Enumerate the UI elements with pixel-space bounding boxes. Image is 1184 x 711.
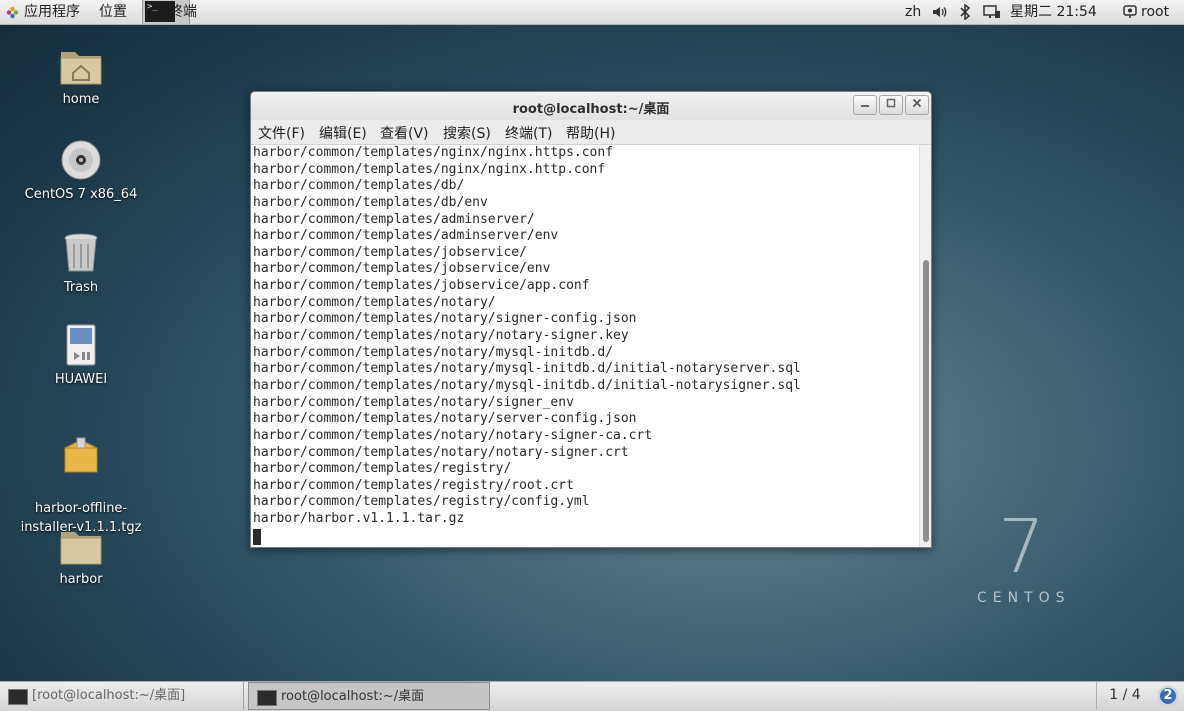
taskbar-item-minimized-terminal[interactable]: [root@localhost:~/桌面] (0, 682, 244, 710)
terminal-line: harbor/common/templates/notary/notary-si… (253, 444, 629, 460)
minimize-button[interactable] (853, 95, 877, 115)
taskbar-item-label: [root@localhost:~/桌面] (32, 688, 186, 703)
home-folder-icon (60, 52, 102, 85)
minimize-icon (861, 105, 869, 107)
terminal-line: harbor/common/templates/jobservice/app.c… (253, 278, 590, 294)
terminal-line: harbor/common/templates/jobservice/env (253, 261, 551, 277)
centos-version-logo: 7 (998, 504, 1046, 590)
close-button[interactable] (905, 95, 929, 115)
trash-icon (64, 233, 98, 272)
terminal-scrollbar[interactable] (919, 145, 931, 547)
archive-package-icon (64, 437, 98, 473)
help-icon[interactable]: 2 (1158, 686, 1178, 706)
terminal-line: harbor/common/templates/adminserver/ (253, 211, 535, 227)
active-app-button[interactable]: 终端 (142, 0, 197, 24)
workspace-switcher[interactable]: 1 / 4 (1096, 682, 1153, 710)
desktop-icon-huawei[interactable]: HUAWEI (11, 324, 151, 389)
menu-file[interactable]: 文件(F) (258, 123, 305, 143)
bottom-panel: [root@localhost:~/桌面] root@localhost:~/桌… (0, 681, 1184, 711)
terminal-line: harbor/common/templates/registry/ (253, 461, 512, 477)
terminal-cursor (253, 529, 261, 545)
volume-icon[interactable] (931, 4, 947, 20)
terminal-line: harbor/common/templates/notary/notary-si… (253, 328, 629, 344)
terminal-line: harbor/common/templates/registry/config.… (253, 494, 590, 510)
maximize-button[interactable] (879, 95, 903, 115)
terminal-output[interactable]: harbor/common/templates/nginx/nginx.http… (251, 145, 919, 547)
terminal-line: harbor/common/templates/notary/mysql-ini… (253, 344, 614, 360)
terminal-line: harbor/common/templates/notary/mysql-ini… (253, 377, 801, 393)
taskbar-item-label: root@localhost:~/桌面 (281, 689, 425, 704)
terminal-menubar: 文件(F) 编辑(E) 查看(V) 搜索(S) 终端(T) 帮助(H) (251, 120, 931, 145)
terminal-icon (8, 689, 28, 705)
maximize-icon (886, 98, 896, 108)
desktop-icon-label: harbor (59, 572, 103, 587)
desktop-icon-harbor-tgz[interactable]: harbor-offline- installer-v1.1.1.tgz (11, 417, 151, 537)
terminal-line: harbor/common/templates/db/ (253, 178, 465, 194)
media-player-device-icon (66, 324, 96, 366)
clock[interactable]: 星期二 21:54 (1010, 0, 1097, 24)
folder-icon (60, 532, 102, 565)
desktop-icon-harbor-folder[interactable]: harbor (11, 528, 151, 589)
menu-help[interactable]: 帮助(H) (566, 123, 615, 143)
close-icon (912, 98, 922, 108)
desktop-icon-home[interactable]: home (11, 46, 151, 109)
desktop-icon-label: HUAWEI (54, 372, 108, 387)
menu-edit[interactable]: 编辑(E) (319, 123, 367, 143)
places-menu[interactable]: 位置 (99, 0, 127, 24)
desktop-icon-label: Trash (63, 280, 99, 295)
window-title: root@localhost:~/桌面 (512, 102, 670, 117)
input-method-indicator[interactable]: zh (905, 0, 921, 24)
desktop-icon-trash[interactable]: Trash (11, 232, 151, 297)
applications-menu-icon[interactable] (6, 6, 19, 19)
menu-view[interactable]: 查看(V) (380, 123, 429, 143)
terminal-line: harbor/common/templates/notary/signer_en… (253, 394, 574, 410)
bluetooth-icon[interactable] (958, 4, 972, 20)
window-titlebar[interactable]: root@localhost:~/桌面 (251, 92, 931, 120)
active-app-label: 终端 (169, 4, 197, 20)
dvd-disc-icon (61, 140, 101, 180)
user-menu[interactable]: root (1141, 0, 1169, 24)
terminal-line: harbor/harbor.v1.1.1.tar.gz (253, 511, 465, 527)
terminal-line: harbor/common/templates/notary/ (253, 294, 496, 310)
terminal-line: harbor/common/templates/nginx/nginx.http… (253, 145, 614, 160)
desktop-icon-centos-dvd[interactable]: CentOS 7 x86_64 (11, 139, 151, 204)
terminal-window: root@localhost:~/桌面 文件(F) 编辑(E) 查看(V) 搜索… (250, 91, 932, 548)
terminal-line: harbor/common/templates/notary/server-co… (253, 411, 637, 427)
menu-terminal[interactable]: 终端(T) (505, 123, 552, 143)
top-panel: 应用程序 位置 终端 zh 星期二 21:54 root (0, 0, 1184, 25)
menu-search[interactable]: 搜索(S) (443, 123, 491, 143)
terminal-line: harbor/common/templates/registry/root.cr… (253, 477, 574, 493)
terminal-line: harbor/common/templates/db/env (253, 194, 488, 210)
terminal-line: harbor/common/templates/notary/mysql-ini… (253, 361, 801, 377)
network-icon[interactable] (983, 4, 1001, 20)
scrollbar-thumb[interactable] (923, 260, 929, 542)
taskbar-item-active-terminal[interactable]: root@localhost:~/桌面 (248, 682, 490, 710)
user-menu-icon[interactable] (1123, 5, 1137, 19)
terminal-line: harbor/common/templates/notary/notary-si… (253, 427, 653, 443)
terminal-line: harbor/common/templates/nginx/nginx.http… (253, 161, 606, 177)
desktop-icon-label: home (62, 92, 100, 107)
terminal-line: harbor/common/templates/notary/signer-co… (253, 311, 637, 327)
centos-wordmark: CENTOS (977, 590, 1071, 606)
desktop-icon-label: CentOS 7 x86_64 (24, 187, 138, 202)
terminal-icon (257, 690, 277, 706)
terminal-line: harbor/common/templates/jobservice/ (253, 244, 527, 260)
applications-menu[interactable]: 应用程序 (24, 0, 80, 24)
terminal-line: harbor/common/templates/adminserver/env (253, 228, 559, 244)
